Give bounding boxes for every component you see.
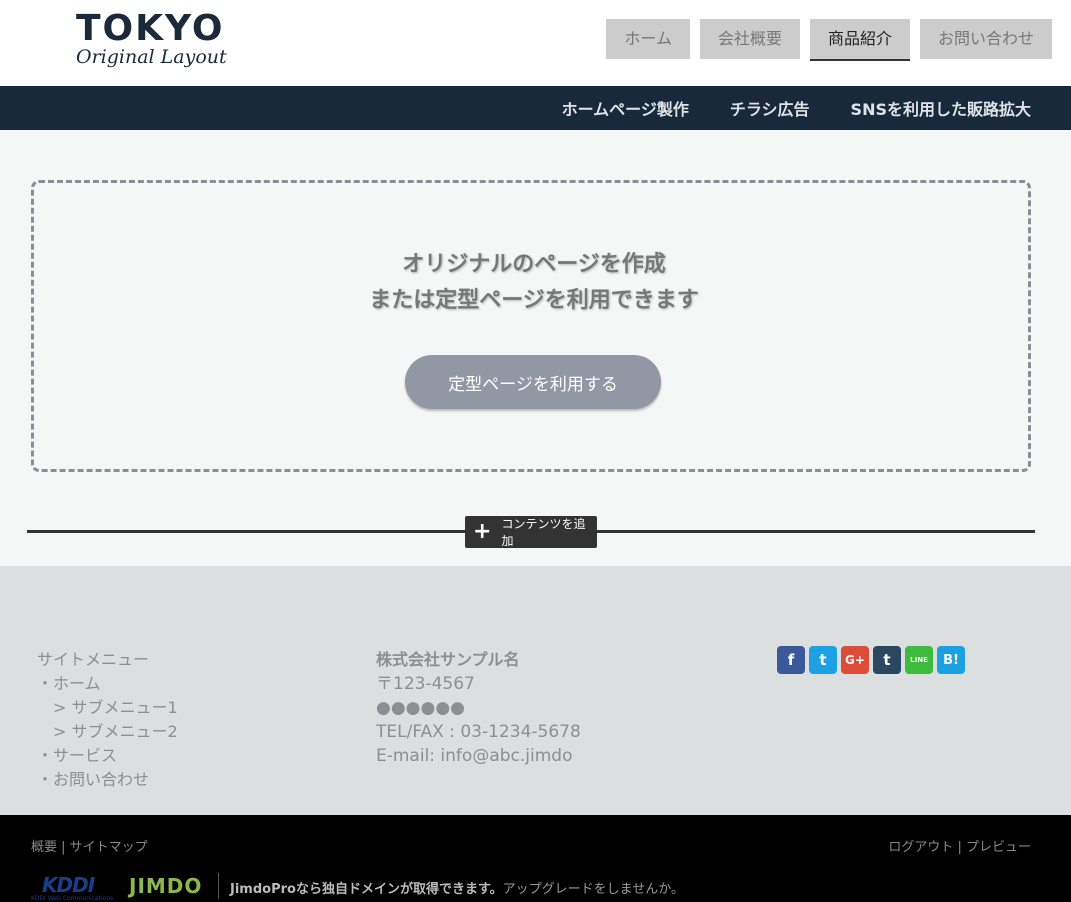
link-sitemap[interactable]: サイトマップ <box>70 840 148 855</box>
add-content-button[interactable]: + コンテンツを追加 <box>465 516 597 548</box>
message-line1: オリジナルのページを作成 <box>402 252 666 277</box>
subnav-item-flyer[interactable]: チラシ広告 <box>730 96 810 120</box>
link-preview[interactable]: プレビュー <box>966 840 1031 855</box>
address: ●●●●●● <box>376 698 466 718</box>
email: E-mail: info@abc.jimdo <box>376 746 573 766</box>
google-plus-icon[interactable]: G+ <box>841 646 869 674</box>
tel-fax: TEL/FAX : 03-1234-5678 <box>376 722 581 742</box>
subnav-item-sns[interactable]: SNSを利用した販路拡大 <box>851 96 1031 120</box>
promo-rest: アップグレードをしませんか。 <box>502 882 685 897</box>
kddi-tagline: KDDI Web Communications <box>31 895 114 902</box>
divider <box>218 873 219 899</box>
nav-home[interactable]: ホーム <box>606 19 690 59</box>
footer-menu-service[interactable]: ・サービス <box>37 744 178 768</box>
tumblr-icon[interactable]: t <box>873 646 901 674</box>
logo-main-text: TOKYO <box>76 8 225 49</box>
facebook-icon[interactable]: f <box>777 646 805 674</box>
hatena-bookmark-icon[interactable]: B! <box>937 646 965 674</box>
placeholder-message: オリジナルのページを作成 または定型ページを利用できます <box>34 247 1034 319</box>
bottom-left-links: 概要 | サイトマップ <box>31 840 148 855</box>
nav-contact[interactable]: お問い合わせ <box>919 19 1052 59</box>
footer-menu-contact[interactable]: ・お問い合わせ <box>37 768 178 792</box>
link-logout[interactable]: ログアウト <box>888 840 953 855</box>
line-icon[interactable]: LINE <box>905 646 933 674</box>
jimdo-bottom-bar: 概要 | サイトマップ ログアウト | プレビュー KDDI KDDI Web … <box>0 815 1071 902</box>
social-buttons: f t G+ t LINE B! <box>777 646 965 674</box>
footer-menu-home[interactable]: ・ホーム <box>37 672 178 696</box>
postal-code: 〒123-4567 <box>376 674 475 694</box>
jimdo-logo[interactable]: JIMDO <box>129 874 202 898</box>
message-line2: または定型ページを利用できます <box>369 288 699 313</box>
site-header: TOKYO Original Layout ホーム 会社概要 商品紹介 お問い合… <box>0 0 1071 86</box>
footer-company-info: 株式会社サンプル名 〒123-4567 ●●●●●● TEL/FAX : 03-… <box>376 648 581 768</box>
plus-icon: + <box>473 519 492 544</box>
upgrade-promo[interactable]: JimdoProなら独自ドメインが取得できます。アップグレードをしませんか。 <box>230 878 684 897</box>
nav-products[interactable]: 商品紹介 <box>809 19 910 61</box>
kddi-logo[interactable]: KDDI <box>42 873 95 897</box>
promo-bold: JimdoProなら独自ドメインが取得できます。 <box>230 882 503 897</box>
add-content-label: コンテンツを追加 <box>501 517 586 548</box>
site-logo[interactable]: TOKYO Original Layout <box>76 8 236 69</box>
jimdo-logo-text: JIMDO <box>129 874 203 898</box>
logo-sub-text: Original Layout <box>76 46 227 68</box>
footer-menu-sub2[interactable]: > サブメニュー2 <box>37 720 178 744</box>
subnav-item-web[interactable]: ホームページ製作 <box>562 96 689 120</box>
company-name: 株式会社サンプル名 <box>376 650 520 669</box>
empty-page-placeholder: オリジナルのページを作成 または定型ページを利用できます 定型ページを利用する <box>31 180 1031 472</box>
use-template-button[interactable]: 定型ページを利用する <box>405 355 661 409</box>
link-about[interactable]: 概要 <box>31 840 57 855</box>
footer-menu-title: サイトメニュー <box>37 650 150 669</box>
main-nav: ホーム 会社概要 商品紹介 お問い合わせ <box>606 19 1052 61</box>
sub-nav: ホームページ製作 チラシ広告 SNSを利用した販路拡大 <box>0 86 1071 130</box>
bottom-right-links: ログアウト | プレビュー <box>888 840 1031 855</box>
nav-company[interactable]: 会社概要 <box>699 19 800 59</box>
footer-site-menu: サイトメニュー ・ホーム > サブメニュー1 > サブメニュー2 ・サービス ・… <box>37 648 178 792</box>
twitter-icon[interactable]: t <box>809 646 837 674</box>
footer-menu-sub1[interactable]: > サブメニュー1 <box>37 696 178 720</box>
content-area: オリジナルのページを作成 または定型ページを利用できます 定型ページを利用する … <box>0 130 1071 566</box>
site-footer: サイトメニュー ・ホーム > サブメニュー1 > サブメニュー2 ・サービス ・… <box>0 566 1071 815</box>
